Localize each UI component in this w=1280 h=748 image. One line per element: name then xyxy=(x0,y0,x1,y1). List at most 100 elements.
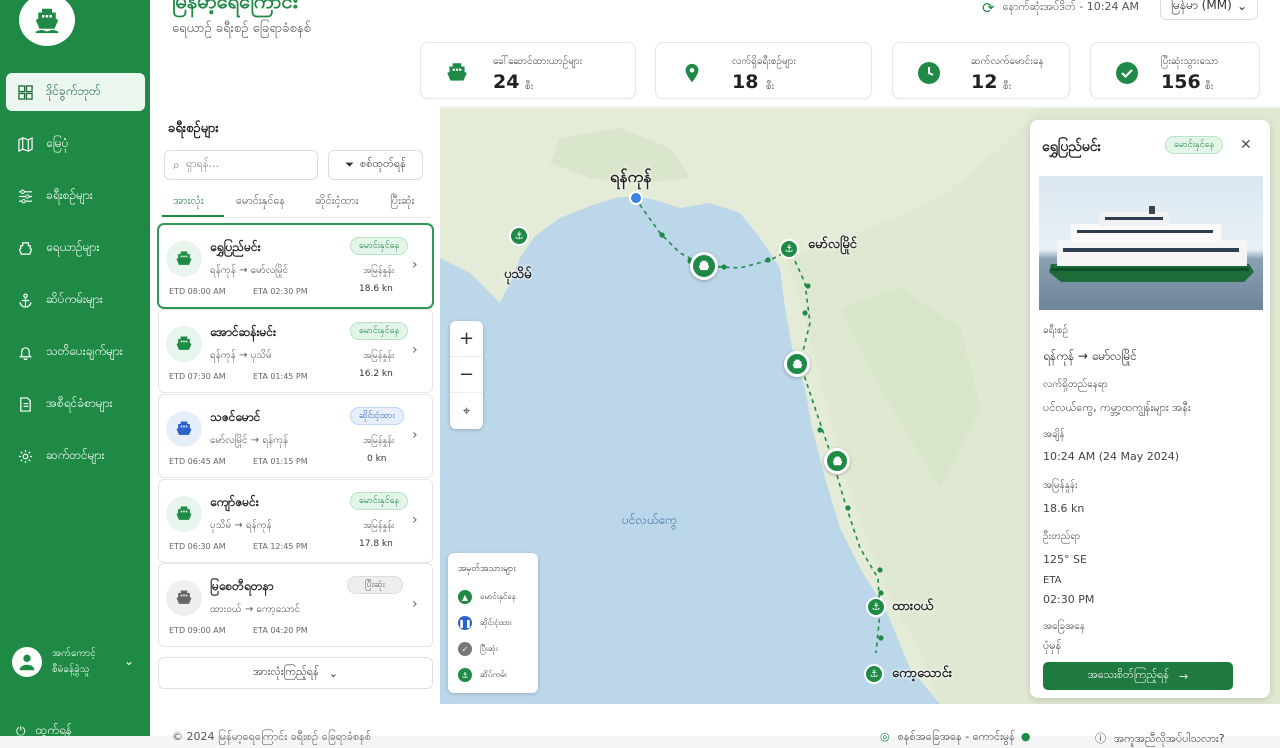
signal-icon: ◎ xyxy=(880,730,890,743)
crosshair-icon: ⌖ xyxy=(462,403,471,419)
pause-icon: ❚❚ xyxy=(458,616,472,630)
refresh-icon[interactable]: ⟳ xyxy=(982,0,995,17)
route-to: မော်လမြိုင် xyxy=(250,265,289,276)
map-label-dawei: ထားဝယ် xyxy=(892,599,934,614)
tab-running[interactable]: မောင်းနှင်နေ xyxy=(236,194,285,210)
port-marker[interactable]: ⚓ xyxy=(509,226,529,246)
ship-logo-icon xyxy=(35,8,59,34)
trip-card[interactable]: မြစေတီရတနာ ထားဝယ် → ကော့သောင် ပြီးဆုံး E… xyxy=(158,563,433,647)
location-label: လက်ရှိတည်နေရာ xyxy=(1043,379,1108,390)
tab-paused[interactable]: ဆိုင်းငံ့ထား xyxy=(315,194,359,210)
trip-card[interactable]: ရွှေပြည်မင်း ရန်ကုန် → မော်လမြိုင် မောင်… xyxy=(158,224,433,308)
ship-marker[interactable] xyxy=(690,252,718,280)
stat-label: လက်ရှိခရီးစဉ်များ xyxy=(732,56,796,67)
sidebar-item-label: ရေယာဉ်များ xyxy=(46,240,100,254)
check-circle-icon xyxy=(1113,59,1141,87)
trip-eta: ETA 01:45 PM xyxy=(253,372,308,381)
ship-icon xyxy=(166,411,202,447)
system-status: ◎ စနစ်အခြေအနေ - ကောင်းမွန် ● xyxy=(880,730,1030,746)
anchor-icon: ⚓ xyxy=(458,668,472,682)
sidebar-item-vessels[interactable]: ရေယာဉ်များ xyxy=(6,229,145,267)
trip-eta: ETA 12:45 PM xyxy=(253,542,308,551)
trip-etd: ETD 06:45 AM xyxy=(169,457,226,466)
tab-all[interactable]: အားလုံး xyxy=(173,194,204,210)
search-input[interactable]: ⌕ ရှာရန်... xyxy=(164,150,318,180)
zoom-out-button[interactable]: − xyxy=(450,357,483,393)
sidebar-item-settings[interactable]: ဆက်တင်များ xyxy=(6,437,145,475)
map-label-mawlamyine: မော်လမြိုင် xyxy=(808,237,857,252)
speed-label: အမြန်နှုန်း xyxy=(363,521,395,531)
map-view[interactable]: ⚓ ⚓ ⚓ ⚓ ရန်ကုန် ပုသိမ် မော်လမြိုင် ထားဝယ… xyxy=(440,108,1280,704)
route-from: မော်လမြိုင် xyxy=(210,435,248,446)
speed-value: 0 kn xyxy=(367,454,387,464)
logout-button[interactable]: ⏻ ထွက်ရန် xyxy=(16,722,72,740)
trip-list-panel: ခရီးစဉ်များ ⌕ ရှာရန်... ⏷ စစ်ထုတ်ရန် အား… xyxy=(150,106,440,704)
ship-marker[interactable] xyxy=(824,448,850,474)
port-marker[interactable]: ⚓ xyxy=(864,664,884,684)
search-icon: ⌕ xyxy=(173,157,180,172)
trip-card[interactable]: သဇင်မောင် မော်လမြိုင် → ရန်ကုန် ဆိုင်းငံ… xyxy=(158,394,433,478)
tab-completed[interactable]: ပြီးဆုံး xyxy=(390,194,414,210)
filter-label: စစ်ထုတ်ရန် xyxy=(360,157,406,170)
vessel-name: ရွှေပြည်မင်း xyxy=(1042,139,1102,155)
stat-label: ပြီးဆုံးသွားသော xyxy=(1161,56,1219,67)
zoom-in-button[interactable]: + xyxy=(450,321,483,357)
close-icon[interactable]: ✕ xyxy=(1240,137,1252,153)
ship-icon xyxy=(166,496,202,532)
trip-card[interactable]: ကျော်ဇမင်း ပုသိမ် → ရန်ကုန် မောင်းနှင်နေ… xyxy=(158,479,433,563)
help-link[interactable]: ⓘ အကူအညီလိုအပ်ပါသလား? xyxy=(1095,730,1225,748)
sidebar-item-dashboard[interactable]: ဒိုင်ခွက်ဘုတ် xyxy=(6,73,145,111)
sidebar-item-ports[interactable]: ဆိပ်ကမ်းများ xyxy=(6,281,145,319)
help-text: အကူအညီလိုအပ်ပါသလား? xyxy=(1114,732,1225,745)
route-from: ပုသိမ် xyxy=(210,520,232,531)
chevron-right-icon: › xyxy=(412,342,418,358)
power-icon: ⏻ xyxy=(16,723,26,738)
trip-route: ရန်ကုန် → မော်လမြိုင် xyxy=(210,263,288,278)
header: မြန်မာ့ရေကြောင်း ရေယာဉ် ခရီးစဉ် ခြေရာခံစ… xyxy=(150,0,1280,106)
speed-label: အမြန်နှုန်း xyxy=(363,436,395,446)
sidebar-item-alerts[interactable]: သတိပေးချက်များ xyxy=(6,333,145,371)
view-details-button[interactable]: အသေးစိတ်ကြည့်ရန် → xyxy=(1043,662,1233,690)
ship-marker[interactable] xyxy=(784,351,810,377)
speed-value: 17.8 kn xyxy=(359,539,393,549)
filter-button[interactable]: ⏷ စစ်ထုတ်ရန် xyxy=(328,150,423,180)
trip-etd: ETD 06:30 AM xyxy=(169,542,226,551)
status-tabs: အားလုံး မောင်းနှင်နေ ဆိုင်းငံ့ထား ပြီးဆု… xyxy=(162,190,432,218)
eta-value: 02:30 PM xyxy=(1043,593,1095,606)
app-logo[interactable] xyxy=(19,0,75,46)
language-select[interactable]: မြန်မာ (MM) ⌄ xyxy=(1160,0,1258,20)
trip-name: မြစေတီရတနာ xyxy=(210,579,274,593)
view-all-button[interactable]: အားလုံးကြည့်ရန် ⌄ xyxy=(158,657,433,689)
ship-icon xyxy=(166,326,202,362)
port-marker[interactable]: ⚓ xyxy=(866,597,886,617)
route-from: ရန်ကုန် xyxy=(210,265,236,276)
trip-eta: ETA 04:20 PM xyxy=(253,626,308,635)
route-to: ကော့သောင် xyxy=(256,604,301,615)
stat-unit: စီး xyxy=(1003,81,1012,92)
stat-card-trips: လက်ရှိခရီးစဉ်များ 18 စီး xyxy=(655,42,872,99)
user-menu[interactable]: အက်ကောင့် စီမံခန့်ခွဲသူ ⌄ xyxy=(12,646,142,678)
copyright: © 2024 မြန်မာ့ရေကြောင်း ခရီးစဉ် ခြေရာခံစ… xyxy=(172,730,372,743)
port-marker[interactable]: ⚓ xyxy=(779,239,799,259)
sidebar-item-label: ဒိုင်ခွက်ဘုတ် xyxy=(46,84,101,98)
trip-name: အောင်ဆန်းမင်း xyxy=(210,325,277,339)
trip-etd: ETD 09:00 AM xyxy=(169,626,226,635)
trip-route: ထားဝယ် → ကော့သောင် xyxy=(210,602,300,617)
trip-etd: ETD 08:00 AM xyxy=(169,287,226,296)
locate-button[interactable]: ⌖ xyxy=(450,393,483,429)
chevron-right-icon: › xyxy=(412,596,418,612)
sidebar: ဒိုင်ခွက်ဘုတ် မြေပုံ ခရီးစဉ်များ ရေယာဉ်မ… xyxy=(0,0,150,738)
stat-card-completed: ပြီးဆုံးသွားသော 156 စီး xyxy=(1090,42,1260,99)
trip-card[interactable]: အောင်ဆန်းမင်း ရန်ကုန် → ပုသိမ် မောင်းနှင… xyxy=(158,309,433,393)
arrow-right-icon: → xyxy=(250,435,260,446)
heading-value: 125° SE xyxy=(1043,553,1087,566)
avatar xyxy=(12,647,42,677)
sidebar-item-trips[interactable]: ခရီးစဉ်များ xyxy=(6,177,145,215)
sidebar-item-map[interactable]: မြေပုံ xyxy=(6,125,145,163)
route-from: ရန်ကုန် xyxy=(210,350,236,361)
speed-value: 18.6 kn xyxy=(1043,502,1085,515)
chevron-right-icon: › xyxy=(412,427,418,443)
trip-route: ရန်ကုန် → ပုသိမ် xyxy=(210,348,272,363)
sidebar-item-reports[interactable]: အစီရင်ခံစာများ xyxy=(6,385,145,423)
status-dot: ● xyxy=(1020,730,1031,743)
